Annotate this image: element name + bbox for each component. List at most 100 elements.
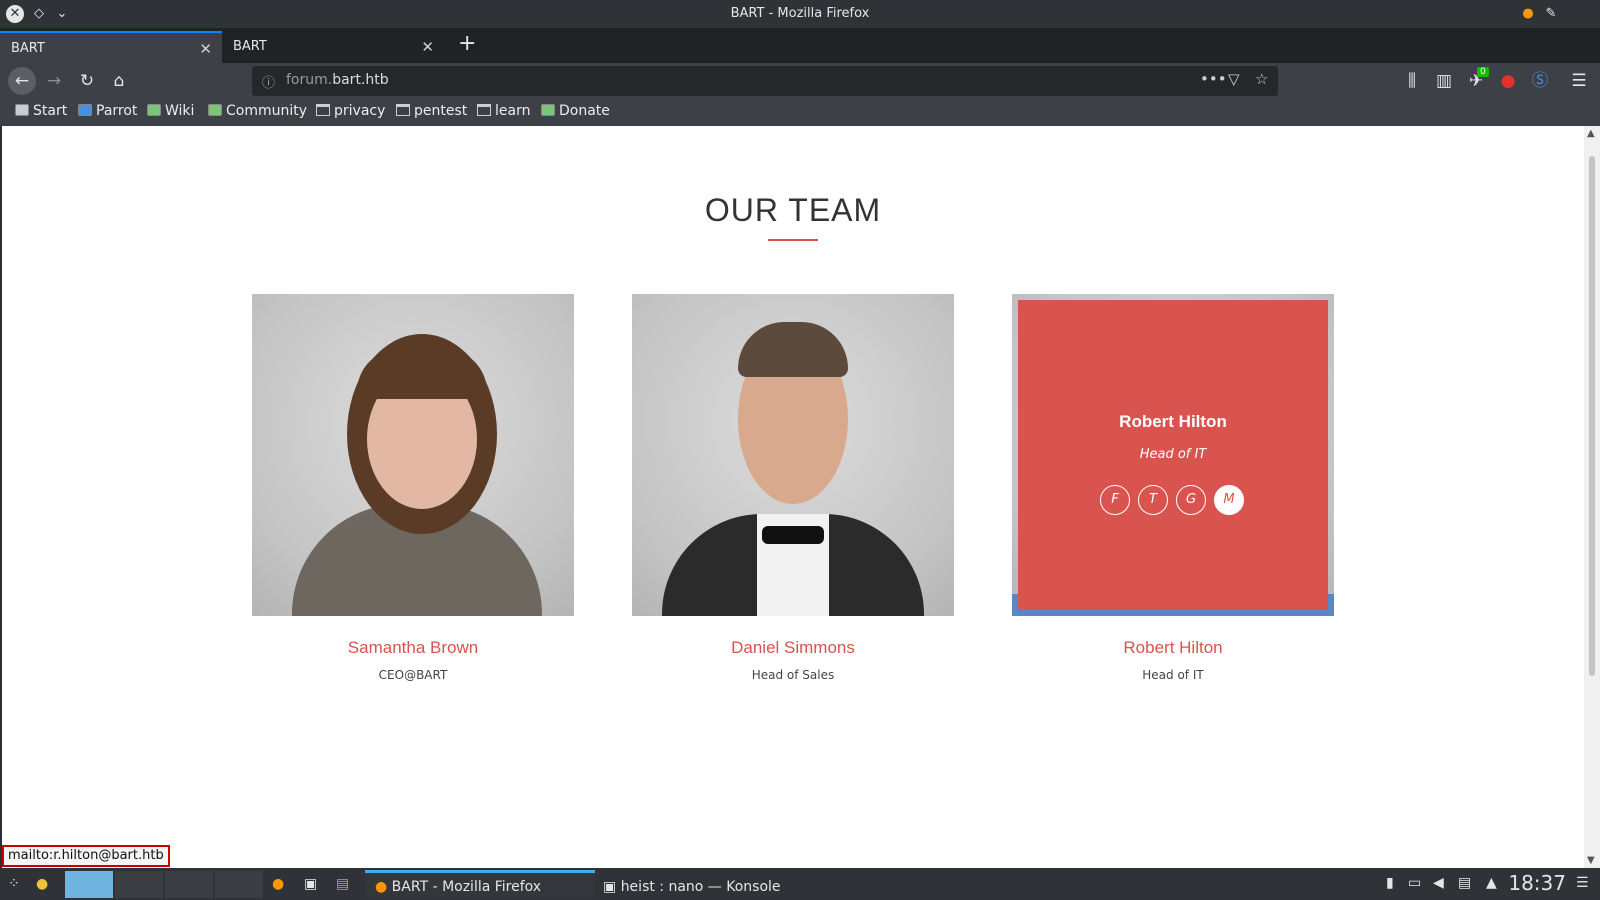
pocket-icon[interactable]: ▽: [1228, 70, 1240, 88]
bookmark-label: Wiki: [165, 103, 195, 119]
tab-bart-2[interactable]: BART ✕: [222, 31, 444, 63]
bookmark-wiki[interactable]: Wiki: [147, 103, 194, 119]
clipboard-icon[interactable]: ▤: [1458, 875, 1471, 891]
page-actions-ellipsis-icon[interactable]: •••: [1200, 70, 1227, 88]
bookmark-label: learn: [495, 103, 531, 119]
photo-bowtie: [762, 526, 824, 544]
info-icon[interactable]: ⓘ: [262, 72, 275, 91]
bookmark-parrot[interactable]: Parrot: [78, 103, 137, 119]
desktop-menu-icon[interactable]: ☰: [1576, 875, 1589, 891]
bookmark-star-icon[interactable]: ☆: [1255, 70, 1268, 88]
mail-social-button[interactable]: M: [1214, 485, 1244, 515]
url-bar[interactable]: ⓘ forum.bart.htb ••• ▽ ☆: [252, 66, 1278, 96]
back-arrow-icon[interactable]: ←: [8, 67, 36, 95]
task-konsole[interactable]: ▣ heist : nano — Konsole: [597, 870, 827, 898]
bookmark-folder-privacy[interactable]: privacy: [316, 103, 385, 119]
volume-icon[interactable]: ◀: [1433, 875, 1444, 891]
bookmark-label: Start: [33, 103, 68, 119]
tab-bart-1[interactable]: BART ✕: [0, 31, 222, 63]
text-editor-launcher-icon[interactable]: ▤: [336, 872, 349, 896]
url-domain: bart.htb: [332, 72, 389, 88]
tab-close-icon[interactable]: ✕: [199, 40, 212, 58]
link-status-bar: mailto:r.hilton@bart.htb: [2, 845, 170, 867]
heading-underline: [768, 239, 818, 241]
hover-overlay[interactable]: Robert Hilton Head of IT F T G M: [1018, 300, 1328, 610]
community-icon: [208, 104, 222, 116]
scroll-up-arrow-icon[interactable]: ▲: [1587, 128, 1595, 139]
firefox-logo-icon: ●: [1522, 6, 1534, 21]
task-label: BART - Mozilla Firefox: [391, 879, 542, 895]
team-photo-samantha[interactable]: [252, 294, 574, 616]
donate-icon: [541, 104, 555, 116]
bookmark-label: pentest: [414, 103, 468, 119]
bookmark-label: privacy: [334, 103, 386, 119]
tab-label: BART: [11, 41, 45, 56]
photo-bangs: [357, 349, 487, 399]
page-scrollbar[interactable]: ▲ ▼: [1584, 126, 1600, 868]
task-firefox[interactable]: ● BART - Mozilla Firefox: [365, 870, 595, 898]
bookmarks-toolbar: Start Parrot Wiki Community privacy pent…: [0, 99, 1600, 126]
team-member-name: Samantha Brown: [347, 638, 479, 657]
virtual-desktop-1[interactable]: [65, 871, 113, 898]
system-taskbar: ⁘ ● ● ▣ ▤ ● BART - Mozilla Firefox ▣ hei…: [0, 868, 1600, 900]
team-member-name: Robert Hilton: [1123, 638, 1223, 657]
task-label: heist : nano — Konsole: [620, 879, 781, 895]
bookmark-folder-learn[interactable]: learn: [477, 103, 530, 119]
bookmark-label: Community: [226, 103, 308, 119]
bookmark-label: Parrot: [96, 103, 138, 119]
scrollbar-thumb[interactable]: [1589, 156, 1595, 676]
application-launcher-icon[interactable]: ⁘: [8, 872, 20, 896]
wiki-icon: [147, 104, 161, 116]
home-icon[interactable]: ⌂: [105, 67, 133, 95]
clock[interactable]: 18:37: [1508, 871, 1566, 895]
firefox-launcher-icon[interactable]: ●: [272, 872, 284, 896]
tab-label: BART: [233, 39, 267, 54]
team-photo-robert[interactable]: Robert Hilton Head of IT F T G M: [1012, 294, 1334, 616]
extension-badge: 0: [1477, 67, 1489, 77]
pin-icon[interactable]: ✎: [1542, 5, 1560, 23]
virtual-desktop-4[interactable]: [215, 871, 263, 898]
bookmark-community[interactable]: Community: [208, 103, 307, 119]
scroll-down-arrow-icon[interactable]: ▼: [1587, 855, 1595, 866]
konsole-icon: ▣: [603, 879, 617, 895]
terminal-launcher-icon[interactable]: ▣: [304, 872, 317, 896]
tab-bar: BART ✕ BART ✕: [0, 28, 1600, 63]
usb-device-icon[interactable]: ▮: [1386, 875, 1394, 891]
navigation-toolbar: ← → ↻ ⌂ ⓘ forum.bart.htb ••• ▽ ☆ ⫼ ▥ ✈ 0…: [0, 63, 1600, 99]
new-tab-plus-icon[interactable]: +: [458, 33, 476, 55]
tab-close-icon[interactable]: ✕: [421, 38, 434, 56]
team-member-role: Head of Sales: [751, 668, 835, 682]
overlay-role: Head of IT: [1139, 447, 1207, 462]
team-photo-daniel[interactable]: [632, 294, 954, 616]
twitter-social-button[interactable]: T: [1138, 485, 1168, 515]
sidebar-icon[interactable]: ▥: [1430, 67, 1458, 95]
facebook-social-button[interactable]: F: [1100, 485, 1130, 515]
s-extension-icon[interactable]: Ⓢ: [1526, 67, 1554, 95]
bookmark-folder-pentest[interactable]: pentest: [396, 103, 467, 119]
folder-icon: [316, 104, 330, 116]
network-icon[interactable]: ▭: [1408, 875, 1421, 891]
forward-arrow-icon[interactable]: →: [40, 67, 68, 95]
hamburger-menu-icon[interactable]: ☰: [1565, 67, 1593, 95]
section-heading: OUR TEAM: [704, 192, 882, 228]
tray-expand-icon[interactable]: ▲: [1486, 875, 1497, 891]
bookmark-label: Donate: [559, 103, 610, 119]
library-icon[interactable]: ⫼: [1398, 67, 1426, 95]
url-subdomain: forum.: [286, 72, 333, 88]
bookmark-donate[interactable]: Donate: [541, 103, 610, 119]
bookmark-start[interactable]: Start: [15, 103, 67, 119]
virtual-desktop-3[interactable]: [165, 871, 213, 898]
team-member-role: Head of IT: [1142, 668, 1204, 682]
overlay-name: Robert Hilton: [1119, 412, 1227, 431]
reload-icon[interactable]: ↻: [73, 67, 101, 95]
ublock-origin-icon[interactable]: ●: [1494, 67, 1522, 95]
folder-icon: [396, 104, 410, 116]
google-social-button[interactable]: G: [1176, 485, 1206, 515]
team-member-name: Daniel Simmons: [731, 638, 855, 657]
team-member-role: CEO@BART: [378, 668, 448, 682]
window-title: BART - Mozilla Firefox: [730, 6, 870, 21]
url-text[interactable]: forum.bart.htb: [286, 72, 389, 88]
window-titlebar: ✕ ◇ ⌄ BART - Mozilla Firefox ● ✎: [0, 0, 1600, 28]
virtual-desktop-2[interactable]: [115, 871, 163, 898]
file-manager-icon[interactable]: ●: [36, 872, 48, 896]
